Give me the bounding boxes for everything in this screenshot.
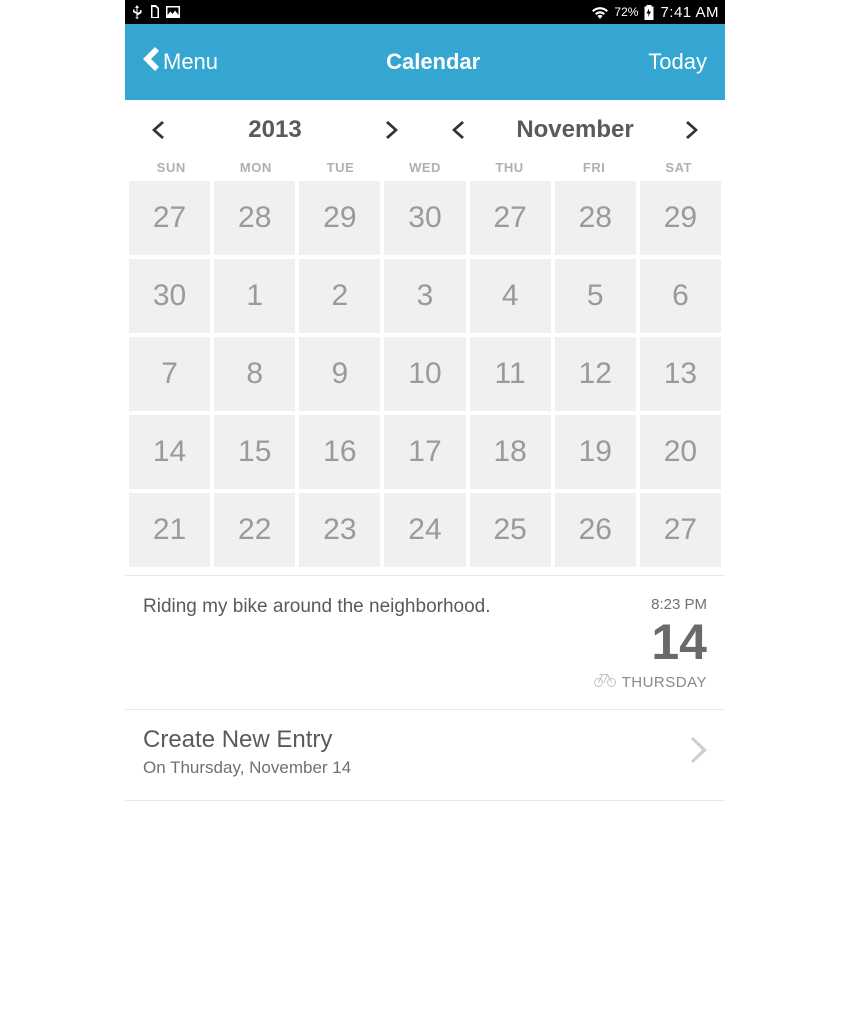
chevron-left-icon bbox=[143, 47, 159, 77]
month-label[interactable]: November bbox=[516, 116, 633, 144]
sim-icon bbox=[149, 5, 160, 19]
calendar-day[interactable]: 3 bbox=[384, 259, 465, 333]
calendar-day[interactable]: 7 bbox=[129, 337, 210, 411]
usb-icon bbox=[131, 5, 143, 19]
month-next-button[interactable] bbox=[679, 117, 705, 143]
calendar-day[interactable]: 17 bbox=[384, 415, 465, 489]
calendar-day[interactable]: 2 bbox=[299, 259, 380, 333]
calendar-day[interactable]: 22 bbox=[214, 493, 295, 567]
calendar-day[interactable]: 27 bbox=[129, 181, 210, 255]
battery-charging-icon bbox=[644, 5, 654, 20]
calendar-day[interactable]: 14 bbox=[129, 415, 210, 489]
today-button[interactable]: Today bbox=[648, 49, 707, 75]
menu-button[interactable]: Menu bbox=[143, 47, 218, 77]
weekday-label: SAT bbox=[636, 160, 721, 175]
entry-time: 8:23 PM bbox=[651, 596, 707, 613]
calendar-day[interactable]: 23 bbox=[299, 493, 380, 567]
calendar-day[interactable]: 5 bbox=[555, 259, 636, 333]
year-prev-button[interactable] bbox=[145, 117, 171, 143]
calendar-day[interactable]: 8 bbox=[214, 337, 295, 411]
calendar-day[interactable]: 15 bbox=[214, 415, 295, 489]
calendar-grid: 2728293027282930123456789101112131415161… bbox=[125, 181, 725, 575]
weekday-label: MON bbox=[214, 160, 299, 175]
calendar-day[interactable]: 12 bbox=[555, 337, 636, 411]
month-prev-button[interactable] bbox=[445, 117, 471, 143]
app-header: Menu Calendar Today bbox=[125, 24, 725, 100]
weekday-label: THU bbox=[467, 160, 552, 175]
battery-percent: 72% bbox=[614, 5, 638, 19]
calendar-day[interactable]: 28 bbox=[555, 181, 636, 255]
picture-icon bbox=[166, 6, 180, 18]
calendar-day[interactable]: 28 bbox=[214, 181, 295, 255]
bicycle-icon bbox=[594, 673, 616, 691]
calendar-day[interactable]: 4 bbox=[470, 259, 551, 333]
calendar-day[interactable]: 13 bbox=[640, 337, 721, 411]
calendar-day[interactable]: 9 bbox=[299, 337, 380, 411]
weekday-header: SUNMONTUEWEDTHUFRISAT bbox=[125, 160, 725, 181]
create-title: Create New Entry bbox=[143, 726, 351, 754]
entry-day-name: THURSDAY bbox=[622, 674, 707, 691]
status-bar: 72% 7:41 AM bbox=[125, 0, 725, 24]
calendar-day[interactable]: 16 bbox=[299, 415, 380, 489]
menu-label: Menu bbox=[163, 49, 218, 75]
calendar-day[interactable]: 1 bbox=[214, 259, 295, 333]
create-entry-button[interactable]: Create New Entry On Thursday, November 1… bbox=[125, 709, 725, 801]
page-title: Calendar bbox=[386, 49, 480, 75]
calendar-day[interactable]: 19 bbox=[555, 415, 636, 489]
weekday-label: FRI bbox=[552, 160, 637, 175]
chevron-right-icon bbox=[691, 737, 707, 768]
entry-text: Riding my bike around the neighborhood. bbox=[143, 596, 594, 691]
calendar-day[interactable]: 18 bbox=[470, 415, 551, 489]
calendar-day[interactable]: 10 bbox=[384, 337, 465, 411]
clock-text: 7:41 AM bbox=[660, 4, 719, 21]
calendar-day[interactable]: 11 bbox=[470, 337, 551, 411]
calendar-day[interactable]: 21 bbox=[129, 493, 210, 567]
journal-entry[interactable]: Riding my bike around the neighborhood. … bbox=[125, 575, 725, 709]
calendar-day[interactable]: 30 bbox=[384, 181, 465, 255]
calendar-day[interactable]: 29 bbox=[299, 181, 380, 255]
calendar-day[interactable]: 27 bbox=[470, 181, 551, 255]
year-label[interactable]: 2013 bbox=[248, 116, 301, 144]
calendar-day[interactable]: 25 bbox=[470, 493, 551, 567]
entry-day-number: 14 bbox=[651, 617, 707, 667]
calendar-day[interactable]: 20 bbox=[640, 415, 721, 489]
weekday-label: SUN bbox=[129, 160, 214, 175]
weekday-label: TUE bbox=[298, 160, 383, 175]
year-next-button[interactable] bbox=[379, 117, 405, 143]
calendar-day[interactable]: 27 bbox=[640, 493, 721, 567]
calendar-day[interactable]: 29 bbox=[640, 181, 721, 255]
calendar-day[interactable]: 24 bbox=[384, 493, 465, 567]
calendar-day[interactable]: 6 bbox=[640, 259, 721, 333]
wifi-icon bbox=[592, 6, 608, 19]
calendar-day[interactable]: 26 bbox=[555, 493, 636, 567]
weekday-label: WED bbox=[383, 160, 468, 175]
calendar-day[interactable]: 30 bbox=[129, 259, 210, 333]
entry-meta: 8:23 PM 14 THURSDAY bbox=[594, 596, 707, 691]
date-picker-row: 2013 November bbox=[125, 100, 725, 160]
create-subtitle: On Thursday, November 14 bbox=[143, 758, 351, 778]
